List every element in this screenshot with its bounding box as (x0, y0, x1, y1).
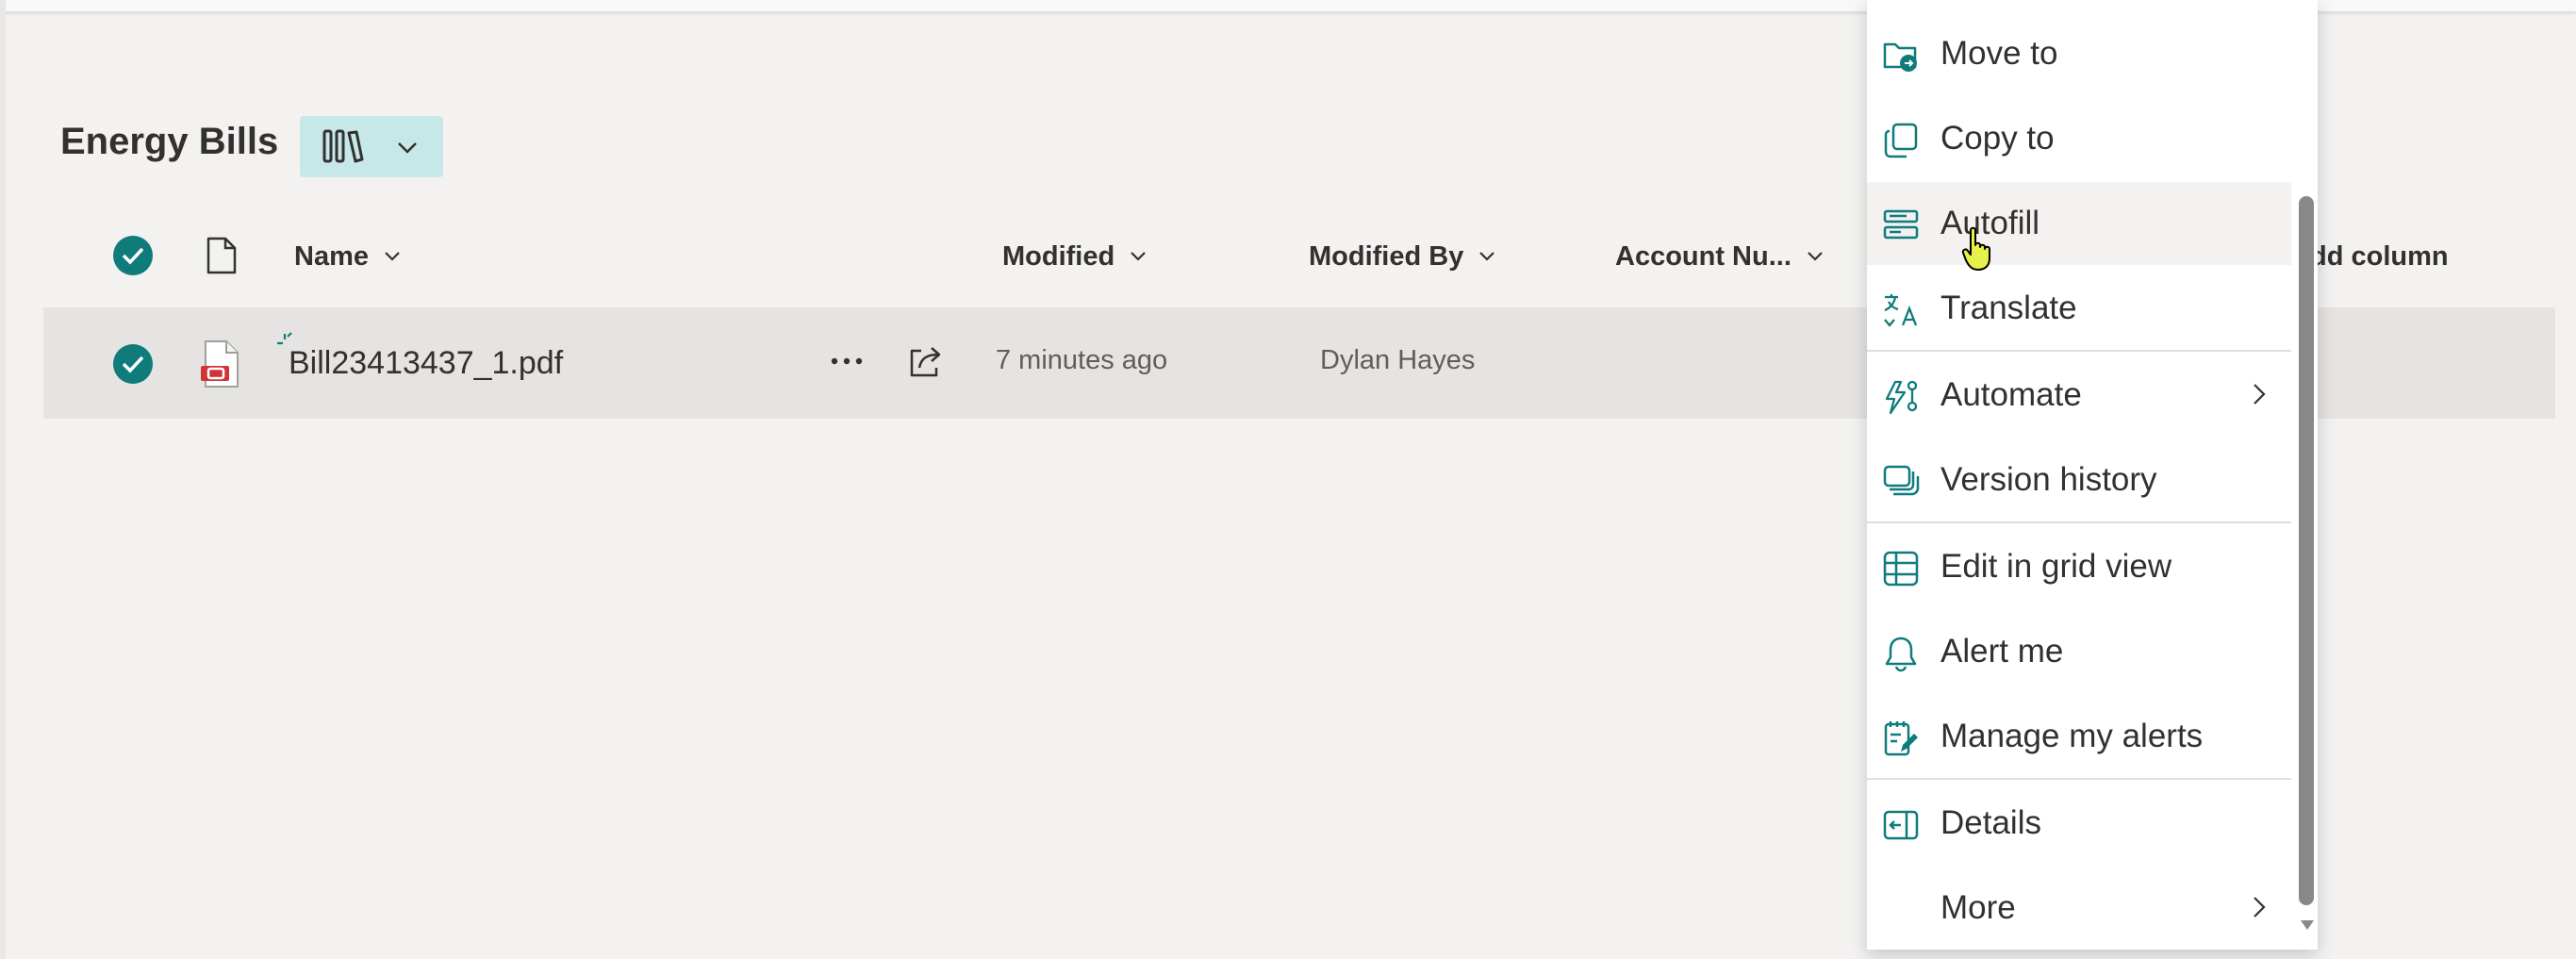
column-modified-label: Modified (1002, 240, 1115, 272)
column-header-account-number[interactable]: Account Nu... (1615, 238, 1824, 275)
menu-item-label: Edit in grid view (1940, 548, 2172, 585)
bell-icon (1885, 637, 1917, 672)
autofill-icon (1883, 209, 1919, 240)
translate-icon (1884, 294, 1918, 327)
copy-icon (1884, 123, 1918, 158)
hand-cursor-icon (1961, 226, 1990, 271)
chevron-right-icon (2254, 384, 2266, 405)
add-column-button[interactable]: dd column (2310, 238, 2449, 275)
library-title: Energy Bills (60, 121, 279, 162)
move-folder-icon (1883, 42, 1917, 72)
pdf-file-icon (201, 340, 239, 388)
column-header-name[interactable]: Name (294, 238, 401, 275)
chevron-down-icon (385, 252, 400, 261)
menu-item-label: Manage my alerts (1940, 718, 2204, 754)
file-modified: 7 minutes ago (996, 345, 1168, 375)
share-icon[interactable] (906, 343, 944, 379)
menu-item-move-to[interactable]: Move to (1867, 12, 2291, 95)
chevron-down-icon (398, 142, 417, 154)
checkmark-icon (122, 355, 144, 373)
menu-item-alert-me[interactable]: Alert me (1867, 610, 2291, 693)
column-account-number-label: Account Nu... (1615, 240, 1792, 272)
menu-item-label: More (1940, 889, 2016, 926)
manage-alerts-icon (1884, 721, 1918, 756)
add-column-label: dd column (2310, 240, 2449, 272)
menu-item-label: Alert me (1940, 633, 2064, 670)
menu-divider (1867, 778, 2291, 780)
file-type-header-icon (206, 237, 237, 274)
menu-item-translate[interactable]: Translate (1867, 267, 2291, 350)
menu-item-version-history[interactable]: Version history (1867, 438, 2291, 521)
menu-scrollbar-thumb[interactable] (2299, 196, 2314, 905)
menu-item-more[interactable]: More (1867, 867, 2291, 950)
file-modified-by[interactable]: Dylan Hayes (1320, 345, 1475, 376)
chevron-down-icon (1131, 252, 1146, 261)
menu-item-label: Details (1940, 804, 2041, 841)
chevron-down-icon (1808, 252, 1823, 261)
select-all-checkbox[interactable] (113, 236, 153, 275)
menu-item-label: Copy to (1940, 120, 2055, 157)
file-name-link[interactable]: Bill23413437_1.pdf (289, 345, 563, 382)
column-header-modified[interactable]: Modified (1002, 238, 1147, 275)
menu-item-automate[interactable]: Automate (1867, 354, 2291, 437)
menu-item-edit-in-grid-view[interactable]: Edit in grid view (1867, 525, 2291, 608)
menu-item-label: Translate (1940, 289, 2077, 326)
chevron-right-icon (2254, 897, 2266, 918)
library-icon (322, 129, 364, 163)
view-switcher-button[interactable] (300, 116, 443, 177)
column-modified-by-label: Modified By (1309, 240, 1464, 272)
details-icon (1883, 810, 1919, 840)
menu-item-details[interactable]: Details (1867, 782, 2291, 865)
menu-item-label: Automate (1940, 376, 2082, 413)
scroll-down-arrow-icon[interactable] (2299, 918, 2316, 932)
version-history-icon (1883, 465, 1920, 496)
menu-divider (1867, 521, 2291, 523)
automate-icon (1885, 380, 1918, 415)
context-menu: Move to Copy to Autofill Translate Autom… (1867, 0, 2318, 950)
menu-item-label: Version history (1940, 461, 2157, 498)
chevron-down-icon (1479, 252, 1495, 261)
more-options-icon[interactable] (830, 356, 864, 366)
menu-item-manage-my-alerts[interactable]: Manage my alerts (1867, 695, 2291, 778)
checkmark-icon (122, 247, 144, 265)
menu-item-copy-to[interactable]: Copy to (1867, 97, 2291, 180)
menu-divider (1867, 350, 2291, 352)
menu-item-label: Move to (1940, 35, 2058, 72)
row-checkbox[interactable] (113, 344, 153, 384)
grid-view-icon (1883, 551, 1919, 587)
column-header-modified-by[interactable]: Modified By (1309, 238, 1495, 275)
menu-item-autofill[interactable]: Autofill (1867, 182, 2291, 265)
left-edge (0, 0, 6, 959)
column-name-label: Name (294, 240, 369, 272)
